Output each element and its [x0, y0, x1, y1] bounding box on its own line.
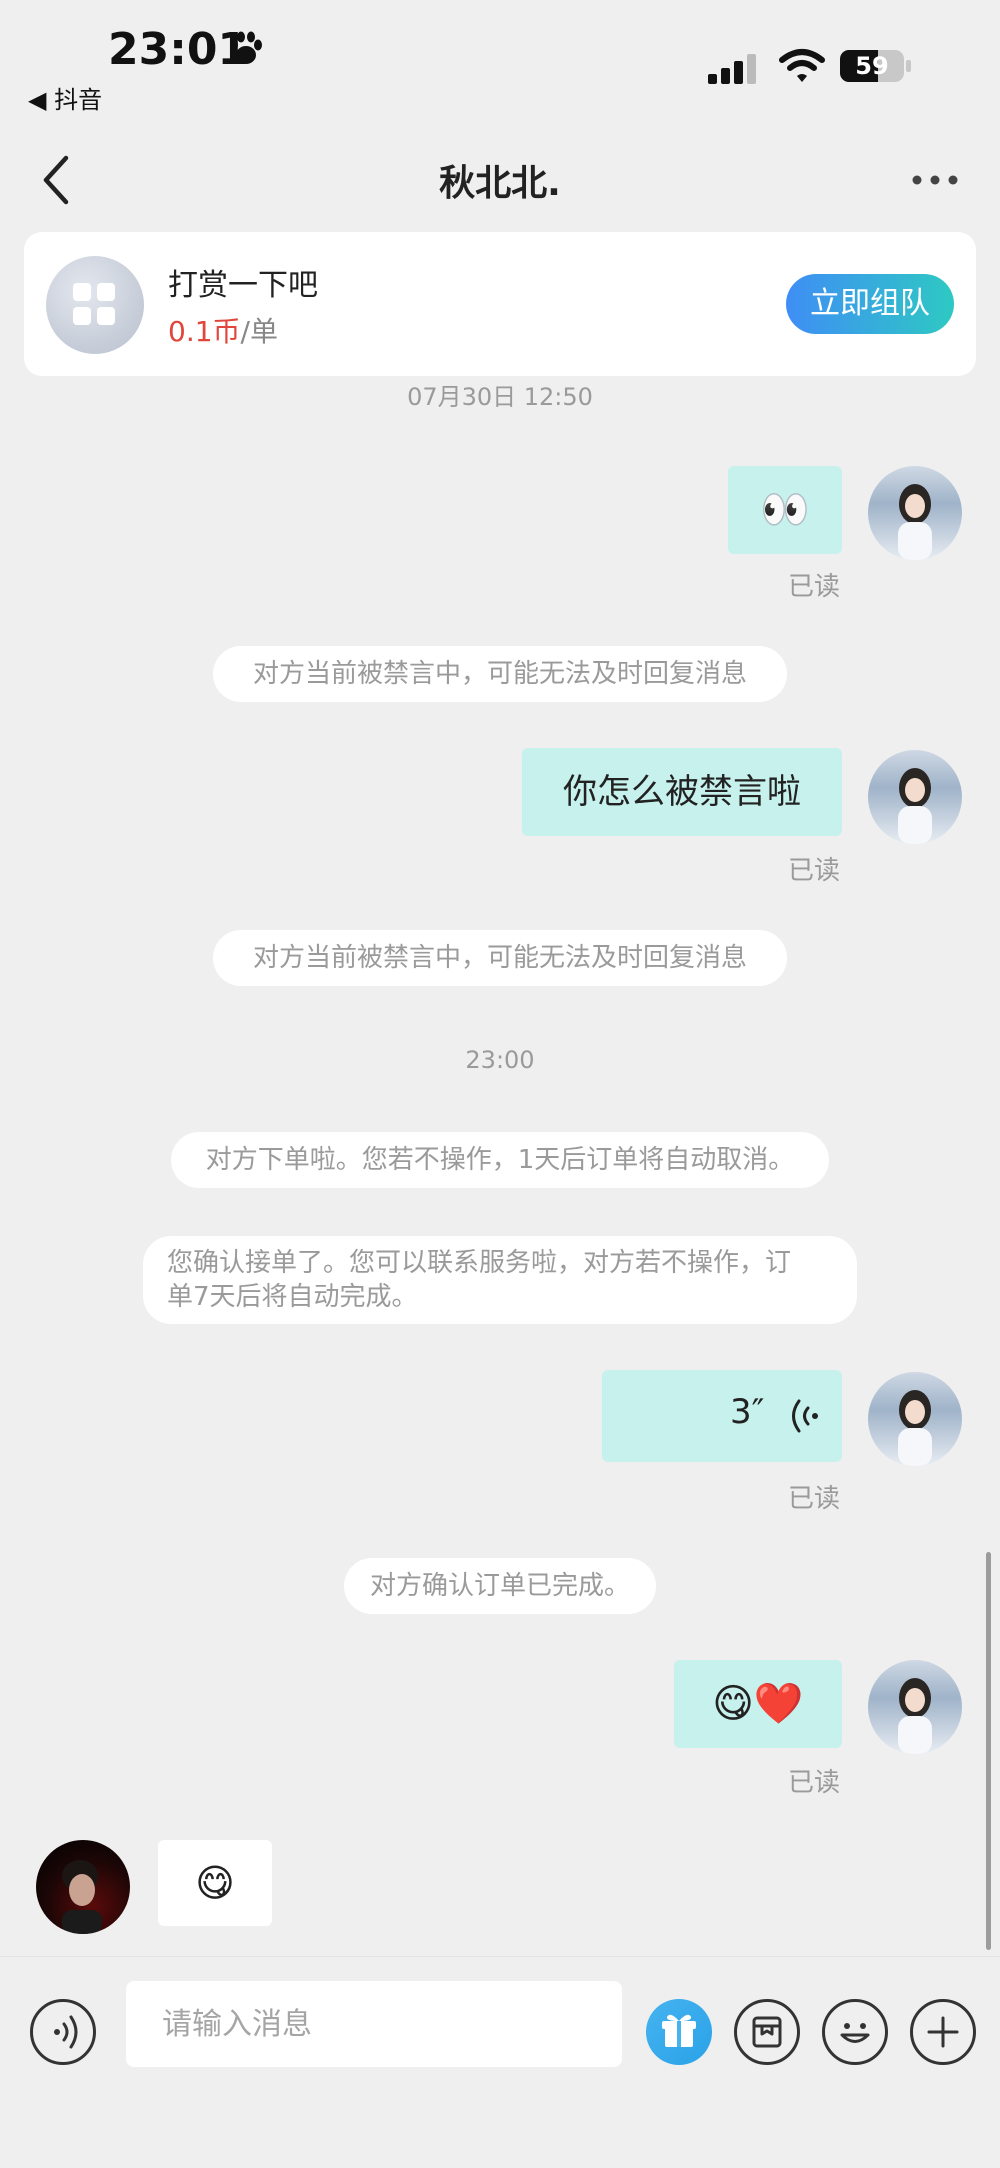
read-receipt: 已读 — [787, 1484, 840, 1514]
contact-avatar[interactable] — [36, 1840, 130, 1934]
status-bar: 23:01 ◀ 抖音 59 — [0, 0, 1000, 130]
message-bubble-in[interactable]: 😋 — [158, 1840, 272, 1926]
system-notice: 对方当前被禁言中，可能无法及时回复消息 — [213, 646, 787, 702]
my-avatar[interactable] — [868, 1660, 962, 1754]
reward-title: 打赏一下吧 — [168, 268, 318, 303]
back-to-app-link[interactable]: ◀ 抖音 — [28, 80, 102, 115]
battery-level: 59 — [855, 52, 889, 80]
smiley-icon — [840, 2023, 870, 2043]
system-notice: 对方确认订单已完成。 — [344, 1558, 656, 1614]
message-bubble-out[interactable]: 😋❤️ — [674, 1660, 842, 1748]
voice-input-button[interactable] — [30, 1999, 96, 2065]
reward-price: 0.1币/单 — [168, 310, 278, 350]
system-notice: 您确认接单了。您可以联系服务啦，对方若不操作，订 单7天后将自动完成。 — [143, 1236, 857, 1324]
reward-card: 打赏一下吧 0.1币/单 立即组队 — [24, 232, 976, 376]
price-unit: /单 — [240, 315, 278, 348]
chat-title: 秋北北. — [439, 163, 561, 204]
price-amount: 0.1币 — [168, 315, 241, 348]
read-receipt: 已读 — [787, 1768, 840, 1798]
read-receipt: 已读 — [787, 856, 840, 886]
scrollbar[interactable] — [986, 1552, 991, 1950]
join-team-button[interactable]: 立即组队 — [786, 274, 954, 334]
message-bubble-out[interactable]: 👀 — [728, 466, 842, 554]
chat-header: 秋北北. — [0, 140, 1000, 220]
plus-icon — [927, 2016, 959, 2048]
my-avatar[interactable] — [868, 750, 962, 844]
more-actions-button[interactable] — [910, 1999, 976, 2065]
system-notice: 对方当前被禁言中，可能无法及时回复消息 — [213, 930, 787, 986]
wifi-icon — [779, 49, 825, 82]
paw-icon — [230, 31, 262, 64]
sticker-folder-button[interactable] — [734, 1999, 800, 2065]
system-notice: 对方下单啦。您若不操作，1天后订单将自动取消。 — [171, 1132, 829, 1188]
my-avatar[interactable] — [868, 466, 962, 560]
voice-message-bubble[interactable]: 3″ — [602, 1370, 842, 1462]
gift-button[interactable] — [646, 1999, 712, 2065]
my-avatar[interactable] — [868, 1372, 962, 1466]
voice-wave-icon — [54, 2015, 78, 2049]
timestamp: 07月30日 12:50 — [407, 383, 593, 411]
cellular-signal-icon — [708, 54, 756, 84]
notice-line: 您确认接单了。您可以联系服务啦，对方若不操作，订 — [167, 1248, 792, 1278]
apps-grid-icon — [46, 256, 144, 354]
read-receipt: 已读 — [787, 572, 840, 602]
timestamp: 23:00 — [465, 1046, 535, 1074]
gift-icon — [662, 2014, 696, 2047]
voice-wave-icon — [792, 1399, 818, 1433]
battery-icon: 59 — [840, 48, 912, 84]
message-input[interactable] — [126, 1981, 622, 2067]
voice-duration: 3″ — [730, 1392, 765, 1432]
notice-line: 单7天后将自动完成。 — [167, 1282, 418, 1312]
emoji-button[interactable] — [822, 1999, 888, 2065]
more-options-icon[interactable] — [910, 168, 960, 192]
message-bubble-out[interactable]: 你怎么被禁言啦 — [522, 748, 842, 836]
folder-icon — [752, 2016, 782, 2048]
input-bar — [0, 1956, 1000, 2168]
